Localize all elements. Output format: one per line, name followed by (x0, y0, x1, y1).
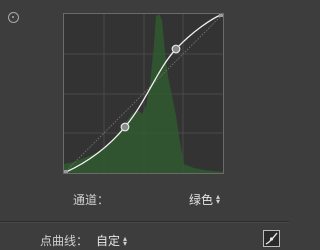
stepper-arrows-icon: ▴ ▾ (123, 233, 128, 248)
curve-endpoint-white[interactable] (219, 14, 223, 17)
point-curve-value: 自定 (96, 234, 121, 248)
point-curve-label: 点曲线： (40, 234, 89, 248)
target-adjust-icon[interactable] (8, 12, 19, 23)
curve-endpoint-black[interactable] (64, 170, 68, 173)
point-curve-dropdown[interactable]: 自定 ▴ ▾ (96, 232, 127, 249)
tone-curve-graph[interactable] (63, 13, 224, 174)
channel-value: 绿色 (189, 192, 214, 207)
channel-row: 通道： 绿色 ▴ ▾ (0, 190, 289, 210)
channel-dropdown[interactable]: 绿色 ▴ ▾ (189, 190, 220, 208)
curve-point-2[interactable] (171, 44, 181, 54)
point-curve-row: 点曲线： 自定 ▴ ▾ (0, 229, 289, 249)
tone-curve-svg (64, 14, 223, 173)
section-divider-highlight (0, 222, 289, 223)
edit-point-curve-button[interactable] (263, 230, 280, 247)
stepper-arrows-icon: ▴ ▾ (216, 192, 221, 206)
curve-point-1[interactable] (120, 122, 130, 132)
channel-label: 通道： (73, 193, 110, 207)
